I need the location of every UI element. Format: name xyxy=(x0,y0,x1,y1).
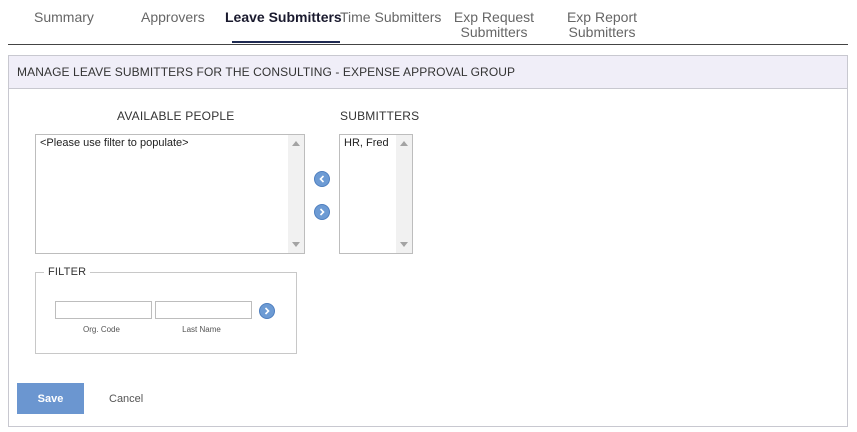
panel-title: MANAGE LEAVE SUBMITTERS FOR THE CONSULTI… xyxy=(9,56,847,89)
active-tab-indicator xyxy=(232,41,340,43)
chevron-left-icon xyxy=(319,175,325,183)
filter-go-button[interactable] xyxy=(259,303,275,319)
tab-summary[interactable]: Summary xyxy=(34,10,94,25)
tab-time-submitters[interactable]: Time Submitters xyxy=(340,10,441,25)
last-name-input[interactable] xyxy=(155,301,252,319)
available-people-list[interactable]: <Please use filter to populate> xyxy=(35,134,305,254)
move-right-button[interactable] xyxy=(314,204,330,220)
cancel-button[interactable]: Cancel xyxy=(109,393,143,405)
org-code-label: Org. Code xyxy=(83,325,120,334)
scrollbar[interactable] xyxy=(396,135,412,253)
scroll-down-icon[interactable] xyxy=(400,242,408,247)
scroll-up-icon[interactable] xyxy=(292,141,300,146)
submitters-list[interactable]: HR, Fred xyxy=(339,134,413,254)
move-left-button[interactable] xyxy=(314,171,330,187)
available-people-heading: AVAILABLE PEOPLE xyxy=(117,109,235,123)
tab-leave-submitters[interactable]: Leave Submitters xyxy=(225,10,342,25)
scroll-up-icon[interactable] xyxy=(400,141,408,146)
chevron-right-icon xyxy=(264,307,270,315)
tab-bar: Summary Approvers Leave Submitters Time … xyxy=(8,0,848,45)
org-code-input[interactable] xyxy=(55,301,152,319)
scrollbar[interactable] xyxy=(288,135,304,253)
save-button[interactable]: Save xyxy=(17,383,84,414)
last-name-label: Last Name xyxy=(182,325,221,334)
chevron-right-icon xyxy=(319,208,325,216)
scroll-down-icon[interactable] xyxy=(292,242,300,247)
tab-approvers[interactable]: Approvers xyxy=(141,10,205,25)
tab-exp-request-submitters[interactable]: Exp Request Submitters xyxy=(448,10,540,40)
list-item[interactable]: <Please use filter to populate> xyxy=(40,137,300,149)
filter-legend: FILTER xyxy=(48,266,87,278)
tab-exp-report-submitters[interactable]: Exp Report Submitters xyxy=(560,10,644,40)
submitters-heading: SUBMITTERS xyxy=(340,109,420,123)
